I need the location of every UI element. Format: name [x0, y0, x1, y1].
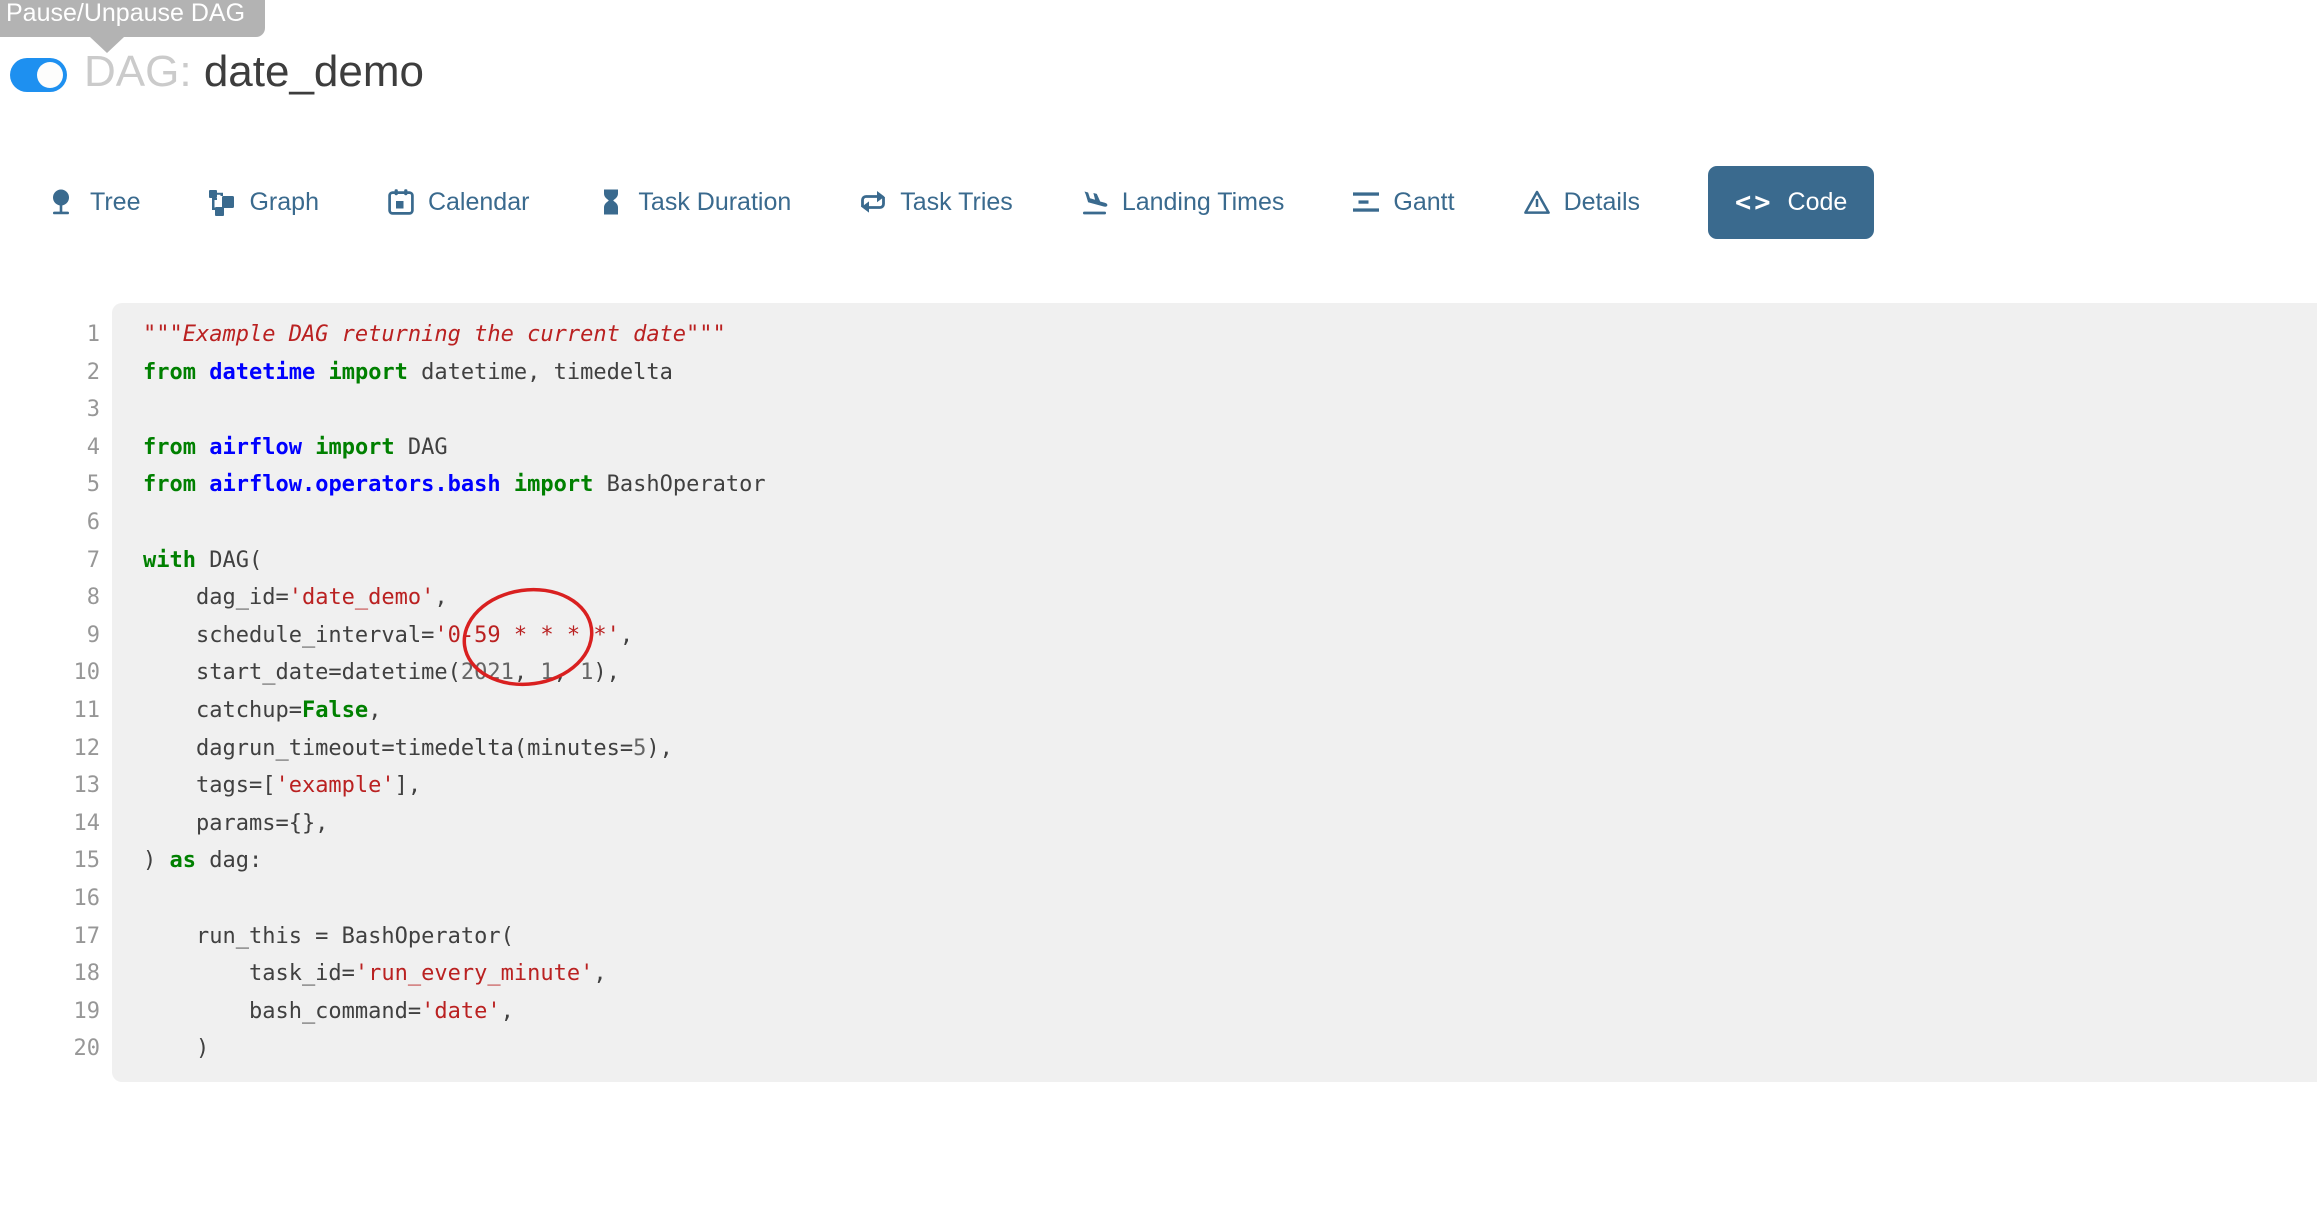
tooltip-arrow: [90, 37, 124, 53]
hourglass-icon: [597, 188, 625, 216]
code-line: bash_command='date',: [143, 993, 2297, 1031]
line-number: 16: [0, 880, 100, 918]
page-title: DAG: date_demo: [84, 48, 424, 96]
tab-task-tries[interactable]: Task Tries: [859, 188, 1013, 217]
code-viewer: 1234567891011121314151617181920 """Examp…: [0, 303, 2317, 1082]
gantt-bars-icon: [1352, 188, 1380, 216]
line-number: 3: [0, 391, 100, 429]
code-line: from datetime import datetime, timedelta: [143, 354, 2297, 392]
code-line: [143, 391, 2297, 429]
line-number: 17: [0, 918, 100, 956]
code-icon: <>: [1735, 188, 1774, 216]
dag-name: date_demo: [204, 47, 424, 96]
tab-tree[interactable]: Tree: [49, 188, 140, 217]
code-line: start_date=datetime(2021, 1, 1),: [143, 654, 2297, 692]
code-line: """Example DAG returning the current dat…: [143, 316, 2297, 354]
line-number: 18: [0, 955, 100, 993]
tab-landing-times[interactable]: Landing Times: [1081, 188, 1285, 217]
dag-label: DAG:: [84, 47, 192, 96]
calendar-icon: [387, 188, 415, 216]
tab-details[interactable]: Details: [1523, 188, 1640, 217]
tab-label: Task Duration: [638, 188, 791, 217]
tab-label: Calendar: [428, 188, 529, 217]
line-number: 2: [0, 354, 100, 392]
tab-label: Code: [1788, 188, 1848, 217]
line-number: 8: [0, 579, 100, 617]
details-triangle-icon: [1523, 188, 1551, 216]
toggle-knob: [37, 62, 63, 88]
line-number: 20: [0, 1030, 100, 1068]
tab-calendar[interactable]: Calendar: [387, 188, 529, 217]
line-number: 12: [0, 730, 100, 768]
tab-code[interactable]: <> Code: [1708, 166, 1874, 239]
tab-label: Gantt: [1393, 188, 1454, 217]
dag-code-block[interactable]: """Example DAG returning the current dat…: [112, 303, 2317, 1082]
code-line: schedule_interval='0-59 * * * *',: [143, 617, 2297, 655]
code-gutter: 1234567891011121314151617181920: [0, 316, 100, 1068]
code-line: from airflow import DAG: [143, 429, 2297, 467]
code-line: [143, 504, 2297, 542]
line-number: 4: [0, 429, 100, 467]
dag-pause-toggle[interactable]: [10, 58, 67, 92]
line-number: 14: [0, 805, 100, 843]
tab-label: Graph: [249, 188, 318, 217]
pause-unpause-tooltip: Pause/Unpause DAG: [0, 0, 265, 37]
graph-icon: [208, 188, 236, 216]
line-number: 6: [0, 504, 100, 542]
code-line: tags=['example'],: [143, 767, 2297, 805]
plane-landing-icon: [1081, 188, 1109, 216]
code-line: dagrun_timeout=timedelta(minutes=5),: [143, 730, 2297, 768]
code-line: params={},: [143, 805, 2297, 843]
code-line: ) as dag:: [143, 842, 2297, 880]
tooltip-text: Pause/Unpause DAG: [6, 0, 245, 27]
tab-graph[interactable]: Graph: [208, 188, 318, 217]
line-number: 9: [0, 617, 100, 655]
tab-gantt[interactable]: Gantt: [1352, 188, 1454, 217]
tree-icon: [49, 188, 77, 216]
code-line: ): [143, 1030, 2297, 1068]
repeat-icon: [859, 188, 887, 216]
code-line: catchup=False,: [143, 692, 2297, 730]
line-number: 19: [0, 993, 100, 1031]
tab-label: Tree: [90, 188, 140, 217]
line-number: 15: [0, 842, 100, 880]
tab-label: Task Tries: [900, 188, 1013, 217]
line-number: 10: [0, 654, 100, 692]
code-line: from airflow.operators.bash import BashO…: [143, 466, 2297, 504]
line-number: 5: [0, 466, 100, 504]
code-line: dag_id='date_demo',: [143, 579, 2297, 617]
code-line: run_this = BashOperator(: [143, 918, 2297, 956]
code-line: with DAG(: [143, 542, 2297, 580]
tab-bar: Tree Graph Calendar Task Duration Task Tries…: [49, 163, 1874, 241]
tab-task-duration[interactable]: Task Duration: [597, 188, 791, 217]
tab-label: Landing Times: [1122, 188, 1285, 217]
line-number: 7: [0, 542, 100, 580]
line-number: 13: [0, 767, 100, 805]
line-number: 1: [0, 316, 100, 354]
code-line: task_id='run_every_minute',: [143, 955, 2297, 993]
line-number: 11: [0, 692, 100, 730]
code-line: [143, 880, 2297, 918]
tab-label: Details: [1564, 188, 1640, 217]
